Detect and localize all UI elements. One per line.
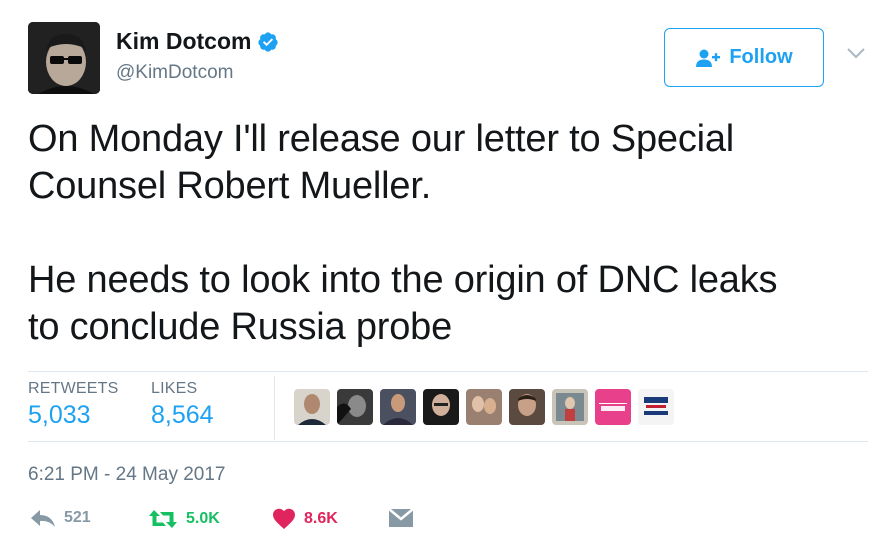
likers-avatars — [294, 389, 681, 425]
stats-top-divider — [28, 371, 868, 372]
stats-bottom-divider — [28, 441, 868, 442]
verified-badge-icon — [258, 31, 279, 52]
tweet-header: Kim Dotcom @KimDotcom Follow — [28, 22, 868, 94]
likes-stat[interactable]: LIKES 8,564 — [151, 380, 214, 430]
liker-avatar-8[interactable] — [595, 389, 631, 425]
stats-separator — [274, 376, 275, 440]
liker-avatar-6[interactable] — [509, 389, 545, 425]
liker-avatar-5[interactable] — [466, 389, 502, 425]
display-name[interactable]: Kim Dotcom — [116, 28, 251, 55]
reply-button[interactable]: 521 — [30, 508, 91, 528]
follow-button-label: Follow — [729, 46, 793, 68]
like-button[interactable]: 8.6K — [272, 508, 338, 530]
heart-icon — [273, 508, 295, 529]
retweet-button[interactable]: 5.0K — [148, 508, 220, 530]
name-row: Kim Dotcom — [116, 28, 279, 55]
retweets-label: RETWEETS — [28, 380, 119, 397]
user-avatar[interactable] — [28, 22, 100, 94]
liker-avatar-9[interactable] — [638, 389, 674, 425]
liker-avatar-3[interactable] — [380, 389, 416, 425]
retweet-icon — [149, 510, 177, 528]
likes-count: 8,564 — [151, 401, 214, 429]
envelope-icon — [388, 508, 414, 527]
liker-avatar-2[interactable] — [337, 389, 373, 425]
user-handle[interactable]: @KimDotcom — [116, 62, 233, 84]
chevron-down-icon[interactable] — [846, 46, 866, 60]
reply-icon — [31, 510, 55, 527]
retweet-count: 5.0K — [186, 510, 220, 527]
tweet-timestamp[interactable]: 6:21 PM - 24 May 2017 — [28, 464, 226, 486]
add-user-icon — [696, 49, 721, 67]
likes-label: LIKES — [151, 380, 198, 397]
retweets-stat[interactable]: RETWEETS 5,033 — [28, 380, 119, 430]
reply-count: 521 — [64, 509, 91, 526]
follow-button[interactable]: Follow — [664, 28, 824, 87]
tweet-actions: 521 5.0K 8.6K — [28, 508, 448, 538]
liker-avatar-7[interactable] — [552, 389, 588, 425]
tweet-stats: RETWEETS 5,033 LIKES 8,564 — [28, 376, 868, 440]
liker-avatar-1[interactable] — [294, 389, 330, 425]
liker-avatar-4[interactable] — [423, 389, 459, 425]
retweets-count: 5,033 — [28, 401, 91, 429]
like-count: 8.6K — [304, 510, 338, 527]
tweet-text: On Monday I'll release our letter to Spe… — [28, 118, 778, 348]
direct-message-button[interactable] — [388, 508, 414, 528]
